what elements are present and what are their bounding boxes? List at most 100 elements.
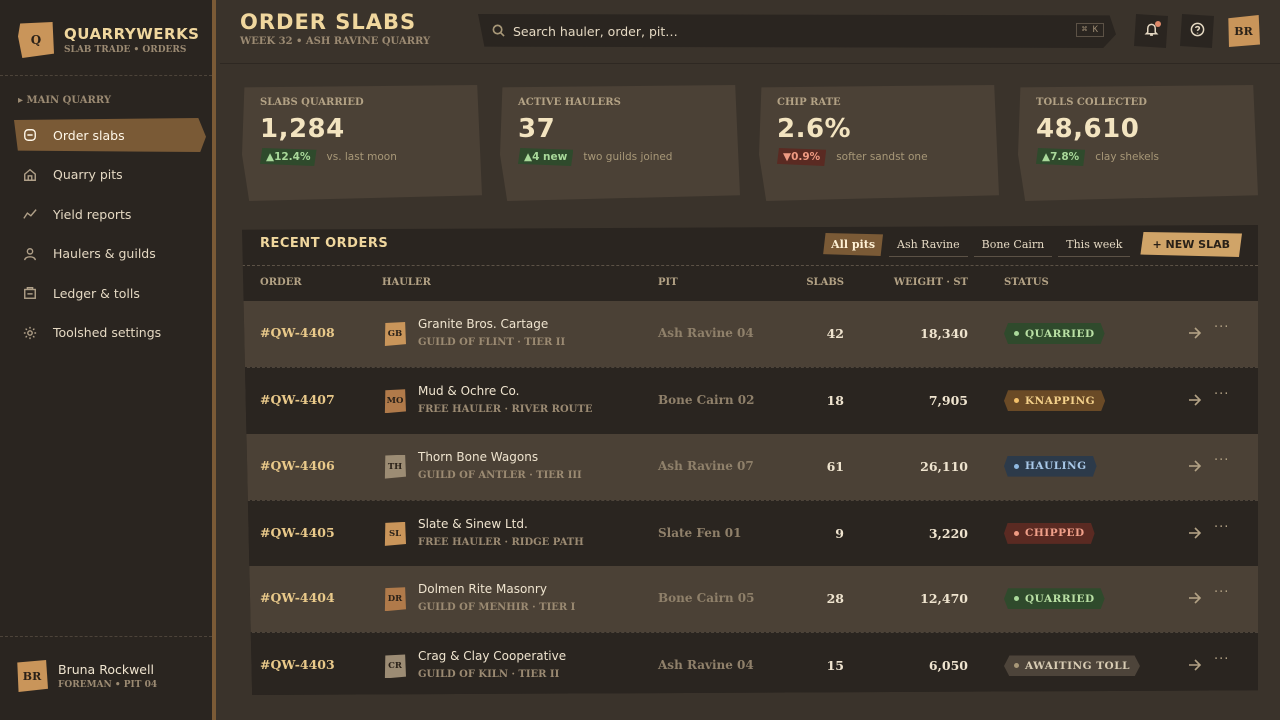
avatar: BR [17, 660, 48, 692]
new-slab-button[interactable]: + NEW SLAB [1140, 232, 1242, 257]
open-order-button[interactable] [1188, 324, 1202, 343]
status-dot [1014, 596, 1019, 602]
status-badge: CHIPPED [1004, 522, 1095, 544]
stat-value: 1,284 [260, 114, 345, 144]
hauler-name: Slate & Sinew Ltd. [418, 516, 528, 531]
search-bar[interactable]: Search hauler, order, pit… ⌘ K [478, 14, 1116, 48]
slab-count: 15 [826, 658, 844, 674]
filter-ash-ravine[interactable]: Ash Ravine [889, 233, 968, 257]
slab-count: 18 [826, 393, 844, 409]
column-header-hauler[interactable]: HAULER [382, 277, 431, 288]
order-id[interactable]: #QW-4407 [260, 392, 335, 407]
open-order-button[interactable] [1188, 457, 1202, 476]
table-row[interactable]: #QW-4403 CR Crag & Clay Cooperative GUIL… [242, 632, 1258, 695]
more-options-button[interactable]: ··· [1214, 652, 1229, 667]
order-id[interactable]: #QW-4408 [260, 325, 335, 340]
order-id[interactable]: #QW-4405 [260, 525, 335, 540]
more-options-button[interactable]: ··· [1214, 520, 1229, 535]
hauler-name: Dolmen Rite Masonry [418, 582, 547, 597]
hauler-avatar: SL [384, 521, 406, 546]
weight-value: 18,340 [920, 326, 968, 341]
sidebar-item-label: Haulers & guilds [53, 246, 156, 261]
open-order-button[interactable] [1188, 524, 1202, 543]
order-id[interactable]: #QW-4404 [260, 590, 335, 605]
table-row[interactable]: #QW-4408 GB Granite Bros. Cartage GUILD … [242, 301, 1258, 368]
hauler-avatar: CR [384, 654, 406, 679]
pit-name: Ash Ravine 04 [658, 658, 754, 673]
filter-this-week[interactable]: This week [1058, 233, 1131, 257]
table-row[interactable]: #QW-4404 DR Dolmen Rite Masonry GUILD OF… [242, 566, 1258, 633]
notification-dot [1155, 21, 1161, 27]
filter-bone-cairn[interactable]: Bone Cairn [973, 233, 1053, 257]
recent-orders-panel: RECENT ORDERS All pits Ash Ravine Bone C… [242, 225, 1258, 695]
sidebar-item-ledger-tolls[interactable]: Ledger & tolls [14, 276, 206, 310]
status-label: CHIPPED [1025, 527, 1085, 540]
sidebar-item-label: Ledger & tolls [53, 285, 140, 301]
more-options-button[interactable]: ··· [1214, 320, 1229, 335]
status-dot [1014, 530, 1019, 536]
page-subtitle: WEEK 32 • ASH RAVINE QUARRY [240, 36, 431, 47]
user-icon [22, 246, 38, 262]
page-title: ORDER SLABS [240, 10, 417, 34]
hauler-guild: FREE HAULER · RIVER ROUTE [418, 404, 593, 416]
search-input[interactable]: Search hauler, order, pit… [513, 24, 1053, 39]
order-id[interactable]: #QW-4406 [260, 458, 335, 473]
open-order-button[interactable] [1188, 391, 1202, 410]
hauler-name: Granite Bros. Cartage [418, 317, 549, 331]
status-badge: KNAPPING [1004, 390, 1106, 412]
column-header-order[interactable]: ORDER [260, 277, 302, 288]
header-avatar[interactable]: BR [1228, 15, 1260, 47]
pit-name: Bone Cairn 02 [658, 393, 755, 408]
pit-name: Slate Fen 01 [658, 525, 742, 540]
hauler-guild: GUILD OF ANTLER · TIER III [418, 469, 582, 481]
arrow-right-icon [1189, 460, 1202, 472]
search-shortcut: ⌘ K [1075, 23, 1104, 37]
status-dot [1014, 463, 1019, 469]
column-header-slabs[interactable]: SLABS [782, 277, 844, 288]
hauler-avatar: TH [384, 454, 406, 479]
sidebar-nav: Order slabs Quarry pits Yield reports Ha… [14, 118, 206, 355]
order-id[interactable]: #QW-4403 [260, 657, 335, 672]
more-options-button[interactable]: ··· [1214, 453, 1229, 468]
table-row[interactable]: #QW-4405 SL Slate & Sinew Ltd. FREE HAUL… [242, 499, 1258, 567]
column-header-status[interactable]: STATUS [1004, 277, 1049, 288]
open-order-button[interactable] [1188, 656, 1202, 675]
filter-bar: All pits Ash Ravine Bone Cairn This week… [817, 232, 1242, 257]
orders-table-body: #QW-4408 GB Granite Bros. Cartage GUILD … [242, 301, 1258, 695]
brand[interactable]: Q QUARRYWERKS SLAB TRADE • ORDERS [18, 22, 200, 58]
sidebar-item-haulers-guilds[interactable]: Haulers & guilds [14, 237, 206, 271]
table-row[interactable]: #QW-4407 MO Mud & Ochre Co. FREE HAULER … [242, 367, 1258, 434]
table-header: ORDER HAULER PIT SLABS WEIGHT · ST STATU… [242, 266, 1258, 301]
hauler-name: Thorn Bone Wagons [418, 449, 539, 464]
notifications-button[interactable] [1134, 14, 1168, 48]
filter-all-pits[interactable]: All pits [823, 233, 884, 256]
stat-value: 2.6% [777, 114, 852, 144]
pit-name: Ash Ravine 07 [658, 458, 754, 473]
more-options-button[interactable]: ··· [1214, 387, 1229, 402]
status-badge: QUARRIED [1004, 588, 1105, 610]
user-role: FOREMAN • PIT 04 [58, 680, 158, 690]
sidebar-item-toolshed-settings[interactable]: Toolshed settings [14, 316, 206, 350]
pit-name: Bone Cairn 05 [658, 591, 755, 606]
column-header-pit[interactable]: PIT [658, 277, 678, 288]
stat-card-slabs-quarried: SLABS QUARRIED 1,284 ▲12.4% vs. last moo… [242, 85, 482, 201]
user-profile[interactable]: BR Bruna Rockwell FOREMAN • PIT 04 [16, 660, 157, 692]
gear-icon [22, 325, 38, 341]
column-header-weight[interactable]: WEIGHT · ST [882, 277, 968, 288]
sidebar-item-label: Yield reports [53, 206, 132, 222]
stat-value: 48,610 [1036, 114, 1140, 144]
slab-count: 9 [835, 525, 844, 541]
stat-delta: ▼0.9% [777, 148, 827, 166]
sidebar-item-quarry-pits[interactable]: Quarry pits [14, 158, 206, 192]
open-order-button[interactable] [1188, 589, 1202, 608]
table-row[interactable]: #QW-4406 TH Thorn Bone Wagons GUILD OF A… [242, 433, 1258, 500]
panel-title: RECENT ORDERS [260, 236, 389, 251]
more-options-button[interactable]: ··· [1214, 585, 1229, 600]
sidebar-item-order-slabs[interactable]: Order slabs [14, 118, 206, 152]
weight-value: 12,470 [920, 591, 968, 607]
help-button[interactable] [1180, 14, 1214, 48]
stat-note: vs. last moon [326, 151, 397, 163]
sidebar-item-yield-reports[interactable]: Yield reports [14, 197, 206, 231]
slab-count: 61 [826, 458, 844, 474]
status-label: KNAPPING [1025, 394, 1096, 407]
